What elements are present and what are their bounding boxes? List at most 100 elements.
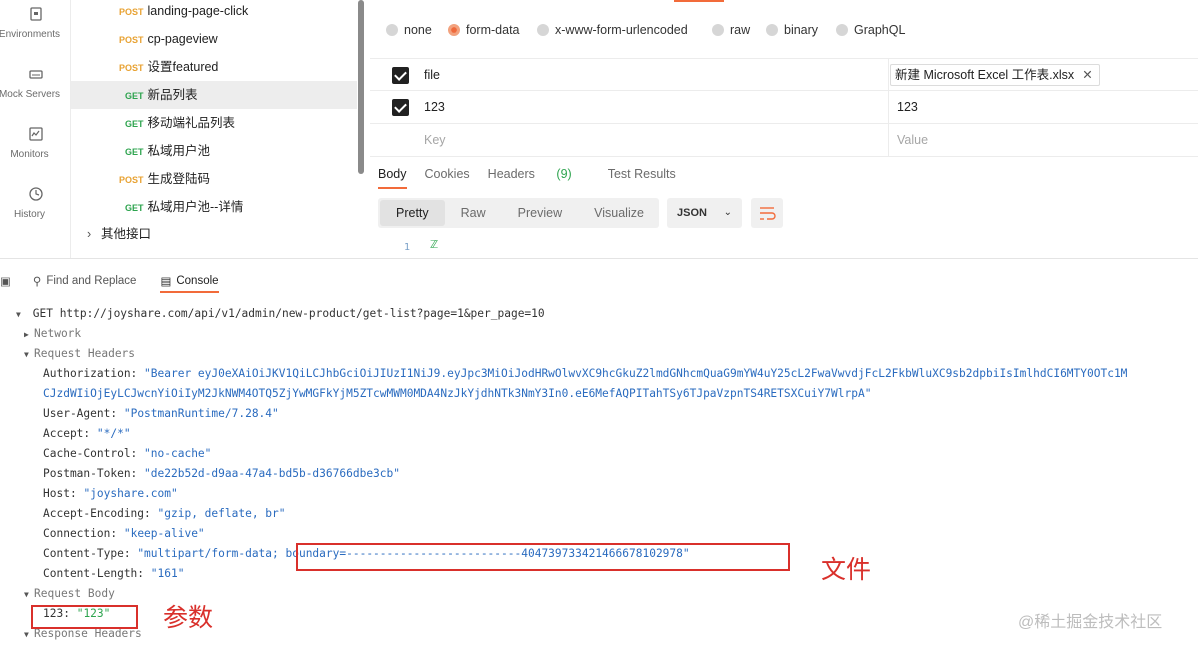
tab-console-label: Console bbox=[176, 275, 219, 287]
tab-headers-label: Headers bbox=[487, 167, 535, 181]
method-badge: GET bbox=[125, 119, 144, 129]
header-line: User-Agent: "PostmanRuntime/7.28.4" bbox=[0, 404, 1198, 424]
body-type-label: binary bbox=[784, 23, 819, 37]
header-value: "161" bbox=[150, 567, 185, 580]
tree-folder[interactable]: › 其他接口 bbox=[71, 220, 357, 248]
boundary-highlight-box bbox=[296, 543, 790, 571]
console-log: ▼ GET http://joyshare.com/api/v1/admin/n… bbox=[0, 304, 1198, 644]
format-value: JSON bbox=[677, 207, 707, 219]
expanded-icon: ▼ bbox=[24, 350, 29, 359]
file-chip[interactable]: 新建 Microsoft Excel 工作表.xlsx ✕ bbox=[890, 64, 1100, 86]
header-line: Authorization: "Bearer eyJ0eXAiOiJKV1QiL… bbox=[0, 364, 1198, 384]
rail-monitors-label: Monitors bbox=[10, 149, 49, 160]
header-value: CJzdWIiOjEyLCJwcnYiOiIyM2JkNWM4OTQ5ZjYwM… bbox=[43, 387, 872, 400]
editor-cursor-icon: ℤ bbox=[430, 239, 439, 251]
row-checkbox[interactable] bbox=[392, 67, 409, 84]
view-preview[interactable]: Preview bbox=[502, 200, 578, 226]
watermark: @稀土掘金技术社区 bbox=[1018, 614, 1163, 631]
tree-item-selected[interactable]: GET 新品列表 bbox=[71, 81, 357, 109]
tab-find-label: Find and Replace bbox=[46, 275, 137, 287]
header-line: Accept: "*/*" bbox=[0, 424, 1198, 444]
network-section[interactable]: ▶ Network bbox=[0, 324, 1198, 344]
body-type-graphql[interactable]: GraphQL bbox=[836, 22, 905, 38]
tree-scrollbar[interactable] bbox=[358, 0, 364, 174]
request-name: 私域用户池 bbox=[147, 144, 211, 158]
rail-history-label: History bbox=[13, 209, 46, 220]
file-name: 新建 Microsoft Excel 工作表.xlsx bbox=[895, 68, 1075, 82]
body-type-label: GraphQL bbox=[854, 23, 906, 37]
body-type-urlencoded[interactable]: x-www-form-urlencoded bbox=[537, 22, 688, 38]
tab-body[interactable]: Body bbox=[378, 167, 407, 189]
radio-icon bbox=[836, 24, 848, 36]
response-tabs: Body Cookies Headers (9) Test Results bbox=[378, 167, 694, 189]
tree-item[interactable]: POST 生成登陆码 bbox=[71, 165, 357, 193]
tab-console[interactable]: ▤ Console bbox=[160, 274, 219, 293]
header-key: Content-Type: bbox=[43, 547, 131, 560]
radio-icon bbox=[537, 24, 549, 36]
tab-find-replace[interactable]: ⚲ Find and Replace bbox=[33, 274, 137, 288]
header-line: CJzdWIiOjEyLCJwcnYiOiIyM2JkNWM4OTQ5ZjYwM… bbox=[0, 384, 1198, 404]
tree-item[interactable]: GET 私域用户池--详情 bbox=[71, 193, 357, 221]
view-visualize[interactable]: Visualize bbox=[578, 200, 660, 226]
body-highlight-box bbox=[31, 605, 138, 629]
row-checkbox[interactable] bbox=[392, 99, 409, 116]
rail-environments-label: Environments bbox=[0, 29, 61, 40]
request-headers-section[interactable]: ▼ Request Headers bbox=[0, 344, 1198, 364]
header-value: "PostmanRuntime/7.28.4" bbox=[123, 407, 279, 420]
tree-item[interactable]: POST 设置featured bbox=[71, 53, 357, 81]
rail-environments[interactable]: Environments bbox=[0, 6, 71, 40]
body-type-form-data[interactable]: form-data bbox=[448, 22, 520, 38]
form-row: 123 123 bbox=[370, 91, 1198, 124]
radio-icon bbox=[386, 24, 398, 36]
panel-toggle-icon[interactable]: ▣ bbox=[0, 274, 11, 288]
body-type-none[interactable]: none bbox=[386, 22, 432, 38]
body-type-raw[interactable]: raw bbox=[712, 22, 750, 38]
request-log-entry[interactable]: ▼ GET http://joyshare.com/api/v1/admin/n… bbox=[0, 304, 1198, 324]
tree-item[interactable]: GET 移动端礼品列表 bbox=[71, 109, 357, 137]
section-title: Network bbox=[34, 327, 82, 340]
rail-history[interactable]: History bbox=[0, 186, 71, 220]
form-row-empty: Key Value bbox=[370, 124, 1198, 157]
console-tabs: ▣ ⚲ Find and Replace ▤ Console bbox=[0, 270, 243, 293]
tab-cookies[interactable]: Cookies bbox=[425, 167, 470, 181]
value-placeholder[interactable]: Value bbox=[897, 133, 928, 147]
header-key: User-Agent: bbox=[43, 407, 118, 420]
history-icon bbox=[28, 187, 43, 201]
body-type-binary[interactable]: binary bbox=[766, 22, 818, 38]
param-annotation: 参数 bbox=[163, 603, 214, 632]
method-badge: GET bbox=[125, 203, 144, 213]
form-key[interactable]: file bbox=[424, 68, 440, 82]
body-type-label: none bbox=[404, 23, 432, 37]
tab-test-results[interactable]: Test Results bbox=[608, 167, 676, 181]
method-badge: POST bbox=[119, 175, 144, 185]
view-pretty[interactable]: Pretty bbox=[380, 200, 445, 226]
rail-mock-servers[interactable]: Mock Servers bbox=[0, 66, 71, 100]
radio-icon bbox=[712, 24, 724, 36]
tab-headers[interactable]: Headers (9) bbox=[488, 167, 590, 181]
active-tab-underline bbox=[674, 0, 724, 2]
chevron-right-icon: › bbox=[87, 227, 92, 241]
body-type-label: raw bbox=[730, 23, 751, 37]
header-key: Cache-Control: bbox=[43, 447, 138, 460]
format-select[interactable]: JSON ⌄ bbox=[667, 198, 742, 228]
expanded-icon: ▼ bbox=[16, 310, 21, 319]
method-badge: GET bbox=[125, 147, 144, 157]
form-key[interactable]: 123 bbox=[424, 100, 445, 114]
tree-item[interactable]: POST cp-pageview bbox=[71, 25, 357, 53]
body-type-label: x-www-form-urlencoded bbox=[555, 23, 688, 37]
key-placeholder[interactable]: Key bbox=[424, 133, 446, 147]
tree-item[interactable]: POST landing-page-click bbox=[71, 0, 357, 25]
header-line: Connection: "keep-alive" bbox=[0, 524, 1198, 544]
column-divider bbox=[888, 91, 889, 124]
tree-item[interactable]: GET 私域用户池 bbox=[71, 137, 357, 165]
remove-file-icon[interactable]: ✕ bbox=[1082, 68, 1092, 82]
column-divider bbox=[888, 59, 889, 92]
radio-icon bbox=[766, 24, 778, 36]
view-raw[interactable]: Raw bbox=[445, 200, 502, 226]
rail-monitors[interactable]: Monitors bbox=[0, 126, 71, 160]
wrap-lines-button[interactable] bbox=[751, 198, 783, 228]
header-key: Postman-Token: bbox=[43, 467, 138, 480]
pane-divider[interactable] bbox=[0, 258, 1198, 259]
header-line: Accept-Encoding: "gzip, deflate, br" bbox=[0, 504, 1198, 524]
form-value[interactable]: 123 bbox=[897, 100, 918, 114]
